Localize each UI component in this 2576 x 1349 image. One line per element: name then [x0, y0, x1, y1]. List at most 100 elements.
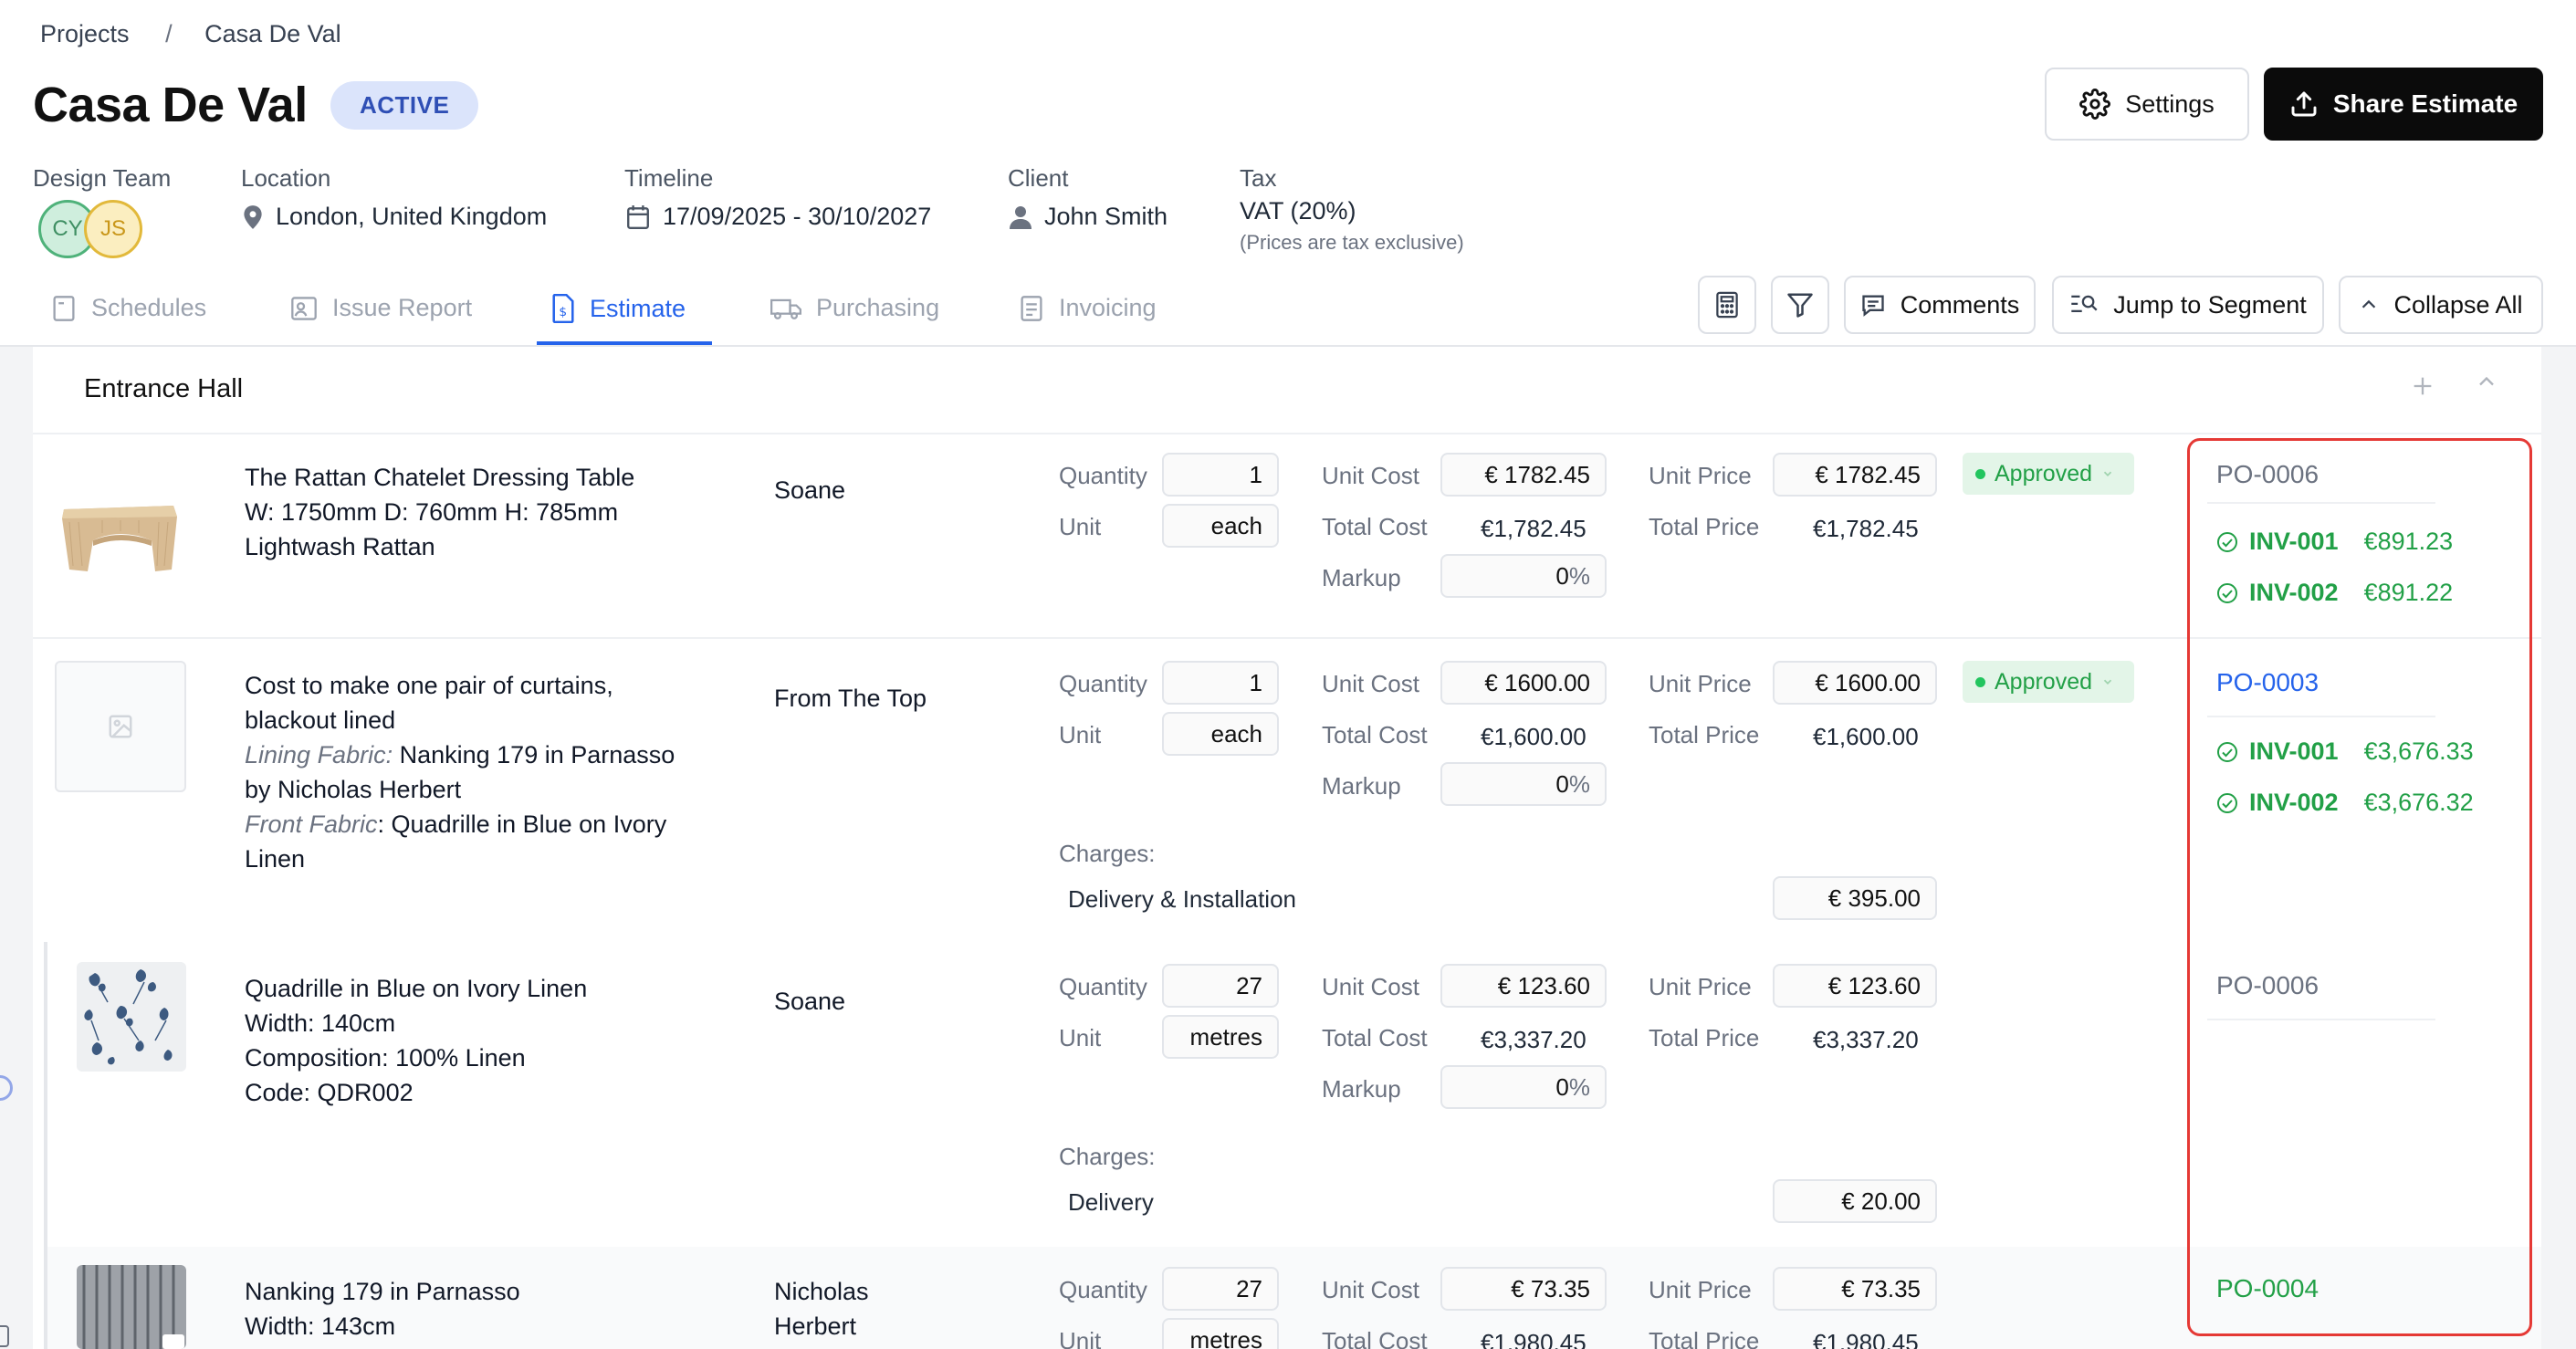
- status-dot-icon: [1975, 468, 1985, 479]
- unit-price-input[interactable]: € 123.60: [1773, 964, 1937, 1008]
- quantity-input[interactable]: 1: [1162, 661, 1279, 705]
- status-badge: ACTIVE: [330, 81, 479, 130]
- charges-label: Charges:: [1059, 840, 1156, 867]
- item-vendor[interactable]: From The Top: [774, 681, 927, 716]
- unit-cost-label: Unit Cost: [1322, 462, 1419, 489]
- fabric-stripe-image: [77, 1265, 186, 1349]
- unit-price-input[interactable]: € 1600.00: [1773, 661, 1937, 705]
- item-vendor[interactable]: Soane: [774, 473, 845, 507]
- tax-label: Tax: [1240, 164, 1277, 192]
- item-vendor[interactable]: Soane: [774, 984, 845, 1019]
- unit-price-input[interactable]: € 73.35: [1773, 1267, 1937, 1311]
- markup-input[interactable]: 0%: [1440, 554, 1607, 598]
- total-price-value: €3,337.20: [1813, 1026, 1919, 1053]
- jump-to-segment-button[interactable]: Jump to Segment: [2052, 276, 2324, 334]
- tab-invoicing[interactable]: Invoicing: [1019, 294, 1157, 322]
- fabric-swatch-image: [77, 962, 186, 1072]
- quantity-label: Quantity: [1059, 670, 1147, 697]
- charge-value-input[interactable]: € 20.00: [1773, 1179, 1937, 1223]
- calculator-icon: [1716, 291, 1738, 319]
- chevron-up-icon: [2479, 376, 2494, 386]
- item-vendor[interactable]: Nicholas Herbert: [774, 1274, 869, 1344]
- quantity-input[interactable]: 27: [1162, 1267, 1279, 1311]
- total-price-label: Total Price: [1649, 1024, 1760, 1051]
- total-price-value: €1,600.00: [1813, 723, 1919, 750]
- quantity-label: Quantity: [1059, 462, 1147, 489]
- gear-icon: [2079, 89, 2111, 120]
- total-price-label: Total Price: [1649, 721, 1760, 748]
- design-team-label: Design Team: [33, 164, 172, 192]
- report-icon: [291, 296, 317, 320]
- tab-purchasing[interactable]: Purchasing: [770, 294, 939, 322]
- tax-value: VAT (20%): [1240, 197, 1356, 225]
- markup-label: Markup: [1322, 772, 1401, 800]
- edge-handle-icon[interactable]: [0, 1325, 9, 1347]
- tab-estimate[interactable]: $ Estimate: [551, 294, 686, 323]
- unit-cost-label: Unit Cost: [1322, 670, 1419, 697]
- timeline-value: 17/09/2025 - 30/10/2027: [626, 203, 931, 231]
- user-icon: [1010, 205, 1031, 229]
- item-thumbnail[interactable]: [77, 1265, 186, 1349]
- unit-price-input[interactable]: € 1782.45: [1773, 453, 1937, 497]
- total-cost-value: €3,337.20: [1481, 1026, 1586, 1053]
- unit-cost-label: Unit Cost: [1322, 1276, 1419, 1303]
- markup-input[interactable]: 0%: [1440, 762, 1607, 806]
- filter-button[interactable]: [1771, 276, 1829, 334]
- svg-text:$: $: [559, 305, 567, 319]
- unit-input[interactable]: metres: [1162, 1318, 1279, 1349]
- collapse-all-button[interactable]: Collapse All: [2339, 276, 2543, 334]
- total-cost-value: €1,782.45: [1481, 515, 1586, 542]
- charge-name[interactable]: Delivery: [1068, 1188, 1154, 1217]
- comments-button[interactable]: Comments: [1844, 276, 2036, 334]
- unit-cost-input[interactable]: € 73.35: [1440, 1267, 1607, 1311]
- quantity-label: Quantity: [1059, 1276, 1147, 1303]
- unit-input[interactable]: each: [1162, 712, 1279, 756]
- add-item-button[interactable]: [2410, 369, 2435, 407]
- location-label: Location: [241, 164, 331, 192]
- unit-label: Unit: [1059, 513, 1102, 540]
- markup-input[interactable]: 0%: [1440, 1065, 1607, 1109]
- avatar[interactable]: JS: [84, 200, 142, 258]
- total-cost-label: Total Cost: [1322, 1327, 1428, 1349]
- status-dropdown[interactable]: Approved: [1963, 661, 2134, 703]
- item-description[interactable]: Quadrille in Blue on Ivory Linen Width: …: [245, 971, 587, 1110]
- share-estimate-button[interactable]: Share Estimate: [2264, 68, 2543, 141]
- settings-button[interactable]: Settings: [2045, 68, 2249, 141]
- breadcrumb: Projects / Casa De Val: [40, 20, 341, 48]
- invoice-icon: [1021, 295, 1042, 321]
- segment-title: Entrance Hall: [84, 374, 244, 403]
- total-price-label: Total Price: [1649, 513, 1760, 540]
- quantity-input[interactable]: 1: [1162, 453, 1279, 497]
- charges-label: Charges:: [1059, 1143, 1156, 1170]
- unit-cost-input[interactable]: € 1782.45: [1440, 453, 1607, 497]
- item-thumbnail-placeholder[interactable]: [55, 661, 186, 792]
- client-label: Client: [1008, 164, 1069, 192]
- item-description[interactable]: The Rattan Chatelet Dressing Table W: 17…: [245, 460, 634, 564]
- unit-input[interactable]: metres: [1162, 1015, 1279, 1059]
- search-list-icon: [2071, 295, 2098, 312]
- item-description[interactable]: Cost to make one pair of curtains, black…: [245, 668, 675, 876]
- charge-value-input[interactable]: € 395.00: [1773, 876, 1937, 920]
- tab-schedules[interactable]: Schedules: [51, 294, 206, 322]
- unit-price-label: Unit Price: [1649, 1276, 1752, 1303]
- unit-input[interactable]: each: [1162, 504, 1279, 548]
- po-column-highlight: [2187, 438, 2532, 1336]
- unit-cost-input[interactable]: € 123.60: [1440, 964, 1607, 1008]
- row-divider: [33, 637, 2541, 639]
- calculator-button[interactable]: [1698, 276, 1756, 334]
- quantity-input[interactable]: 27: [1162, 964, 1279, 1008]
- chevron-up-icon: [2362, 299, 2376, 308]
- breadcrumb-separator: /: [165, 20, 173, 47]
- item-description[interactable]: Nanking 179 in Parnasso Width: 143cm: [245, 1274, 520, 1344]
- item-thumbnail[interactable]: [57, 486, 184, 577]
- breadcrumb-projects-link[interactable]: Projects: [40, 20, 130, 47]
- markup-label: Markup: [1322, 564, 1401, 591]
- tab-issue-report[interactable]: Issue Report: [290, 294, 472, 322]
- unit-cost-input[interactable]: € 1600.00: [1440, 661, 1607, 705]
- status-dropdown[interactable]: Approved: [1963, 453, 2134, 495]
- comment-icon: [1862, 295, 1884, 317]
- total-cost-label: Total Cost: [1322, 1024, 1428, 1051]
- charge-name[interactable]: Delivery & Installation: [1068, 885, 1296, 914]
- item-thumbnail[interactable]: [77, 962, 186, 1072]
- collapse-segment-button[interactable]: [2474, 369, 2499, 399]
